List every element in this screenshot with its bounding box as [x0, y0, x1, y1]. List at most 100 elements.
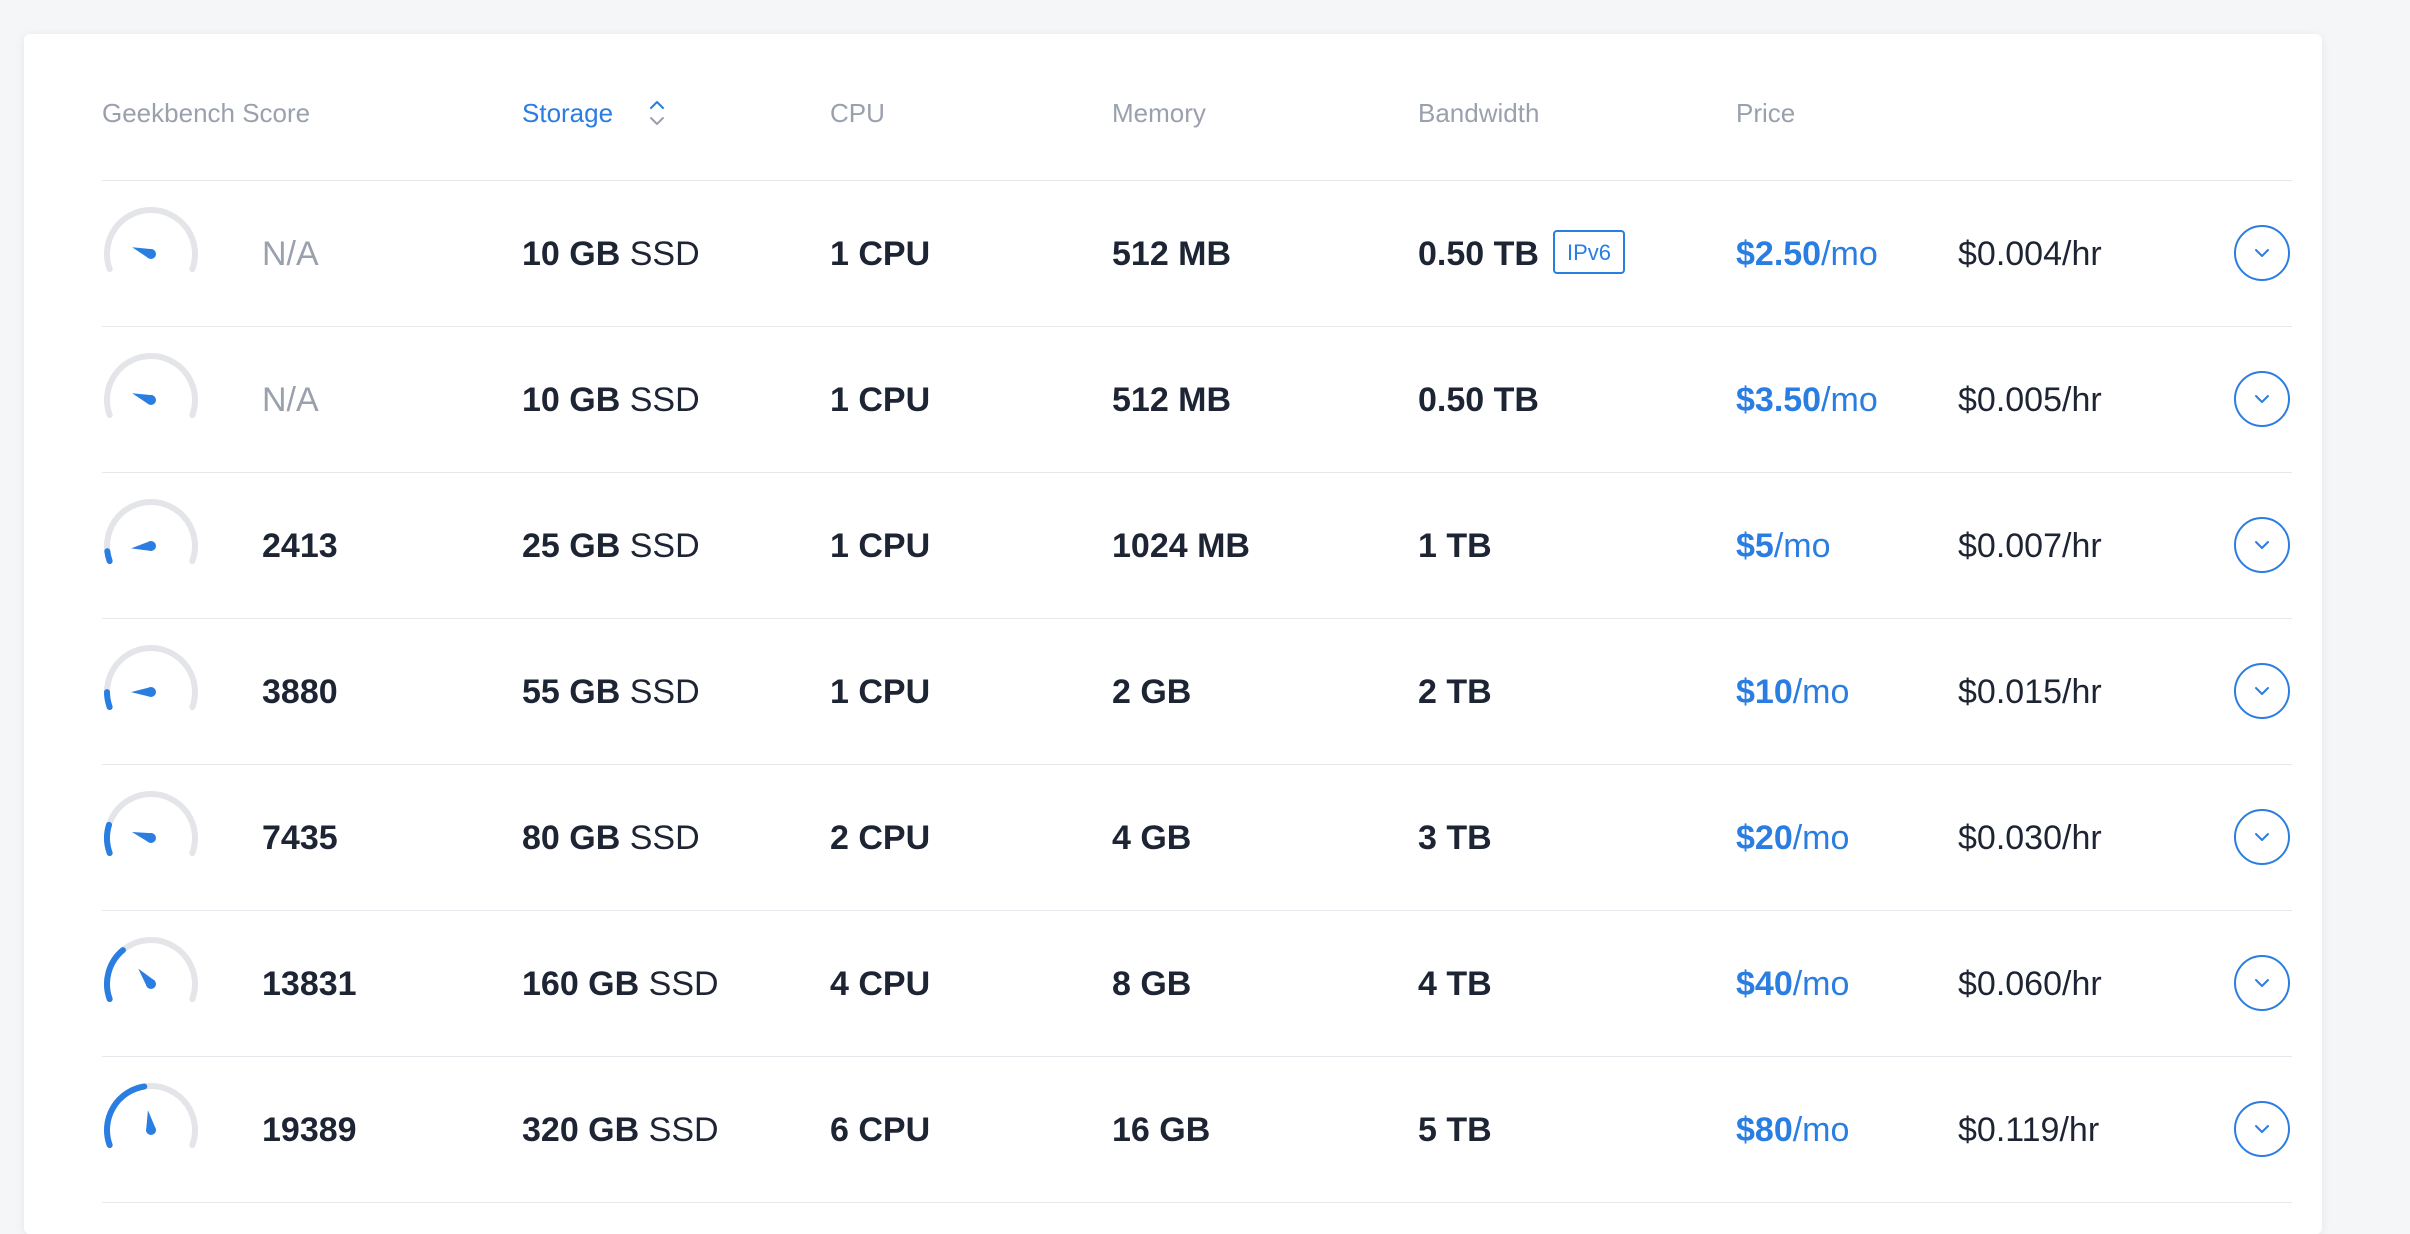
geekbench-gauge-icon	[104, 353, 198, 419]
price-amount: $40	[1736, 965, 1793, 1003]
column-header-memory[interactable]: Memory	[1112, 98, 1206, 129]
chevron-down-icon	[2255, 979, 2269, 987]
storage-size: 10 GB	[522, 381, 621, 419]
storage-size: 25 GB	[522, 527, 621, 565]
price-amount: $3.50	[1736, 381, 1822, 419]
gauge-track	[104, 645, 198, 711]
geekbench-score: 19389	[262, 1111, 357, 1149]
monthly-price: $3.50/mo	[1736, 380, 1878, 420]
memory-value: 1024 MB	[1112, 527, 1250, 565]
column-header-storage-label: Storage	[522, 98, 614, 128]
expand-row-button[interactable]	[2234, 371, 2290, 427]
column-header-geekbench[interactable]: Geekbench Score	[102, 98, 310, 129]
gauge-hub	[146, 979, 156, 989]
monthly-price: $2.50/mo	[1736, 234, 1878, 274]
geekbench-score: 3880	[262, 673, 338, 711]
gauge-track	[104, 353, 198, 419]
storage-type: SSD	[629, 527, 700, 565]
table-row[interactable]: 3880 55 GB SSD 1 CPU 2 GB 2 TB $10/mo $0…	[102, 618, 2292, 765]
storage-size: 320 GB	[522, 1111, 640, 1149]
storage-cell: 320 GB SSD	[522, 1110, 719, 1150]
ipv6-badge: IPv6	[1553, 230, 1626, 274]
hourly-price: $0.060/hr	[1958, 965, 2102, 1003]
sort-updown-icon[interactable]	[647, 96, 667, 130]
expand-row-button[interactable]	[2234, 955, 2290, 1011]
expand-row-button[interactable]	[2234, 1101, 2290, 1157]
hourly-price: $0.005/hr	[1958, 381, 2102, 419]
storage-cell: 55 GB SSD	[522, 672, 700, 712]
gauge-track	[104, 499, 198, 565]
price-unit: /mo	[1821, 381, 1878, 419]
chevron-down-icon	[2255, 687, 2269, 695]
gauge-hub	[146, 249, 156, 259]
cpu-value: 6 CPU	[830, 1111, 931, 1149]
geekbench-gauge-icon	[104, 791, 198, 857]
plans-table: Geekbench Score Storage CPU Memory Bandw…	[24, 34, 2322, 1234]
storage-cell: 160 GB SSD	[522, 964, 719, 1004]
storage-type: SSD	[648, 965, 719, 1003]
gauge-fill	[104, 947, 126, 1003]
geekbench-gauge-icon	[104, 499, 198, 565]
column-header-cpu[interactable]: CPU	[830, 98, 885, 129]
geekbench-gauge-icon	[104, 645, 198, 711]
storage-type: SSD	[629, 235, 700, 273]
bandwidth-value: 0.50 TB	[1418, 235, 1539, 273]
table-row[interactable]: 2413 25 GB SSD 1 CPU 1024 MB 1 TB $5/mo …	[102, 472, 2292, 619]
table-row[interactable]: 19389 320 GB SSD 6 CPU 16 GB 5 TB $80/mo…	[102, 1056, 2292, 1203]
table-row[interactable]: N/A 10 GB SSD 1 CPU 512 MB 0.50 TB $3.50…	[102, 326, 2292, 473]
gauge-fill	[104, 548, 113, 565]
table-row[interactable]: 7435 80 GB SSD 2 CPU 4 GB 3 TB $20/mo $0…	[102, 764, 2292, 911]
memory-value: 512 MB	[1112, 381, 1232, 419]
chevron-down-icon	[2255, 395, 2269, 403]
storage-type: SSD	[648, 1111, 719, 1149]
storage-size: 160 GB	[522, 965, 640, 1003]
geekbench-gauge-icon	[104, 1083, 198, 1149]
bandwidth-value: 5 TB	[1418, 1111, 1492, 1149]
cpu-value: 2 CPU	[830, 819, 931, 857]
geekbench-score: N/A	[262, 381, 319, 419]
chevron-down-icon	[2255, 541, 2269, 549]
storage-type: SSD	[629, 673, 700, 711]
expand-row-button[interactable]	[2234, 517, 2290, 573]
price-amount: $5	[1736, 527, 1774, 565]
column-header-bandwidth[interactable]: Bandwidth	[1418, 98, 1539, 129]
table-row[interactable]: N/A 10 GB SSD 1 CPU 512 MB 0.50 TB IPv6 …	[102, 180, 2292, 327]
bandwidth-value: 1 TB	[1418, 527, 1492, 565]
chevron-down-icon	[2255, 1125, 2269, 1133]
expand-row-button[interactable]	[2234, 663, 2290, 719]
expand-row-button[interactable]	[2234, 225, 2290, 281]
price-unit: /mo	[1792, 965, 1850, 1003]
hourly-price: $0.119/hr	[1958, 1111, 2100, 1149]
gauge-track	[104, 791, 198, 857]
price-amount: $2.50	[1736, 235, 1822, 273]
storage-type: SSD	[629, 819, 700, 857]
table-header: Geekbench Score Storage CPU Memory Bandw…	[102, 34, 2292, 181]
table-row[interactable]: 13831 160 GB SSD 4 CPU 8 GB 4 TB $40/mo …	[102, 910, 2292, 1057]
storage-size: 10 GB	[522, 235, 621, 273]
hourly-price: $0.007/hr	[1958, 527, 2102, 565]
price-unit: /mo	[1792, 673, 1850, 711]
storage-size: 80 GB	[522, 819, 621, 857]
hourly-price: $0.015/hr	[1958, 673, 2102, 711]
column-header-storage[interactable]: Storage	[522, 98, 664, 129]
memory-value: 4 GB	[1112, 819, 1192, 857]
price-unit: /mo	[1821, 235, 1878, 273]
storage-cell: 25 GB SSD	[522, 526, 700, 566]
hourly-price: $0.004/hr	[1958, 235, 2102, 273]
column-header-price[interactable]: Price	[1736, 98, 1795, 129]
gauge-hub	[146, 541, 156, 551]
memory-value: 16 GB	[1112, 1111, 1211, 1149]
storage-size: 55 GB	[522, 673, 621, 711]
monthly-price: $20/mo	[1736, 818, 1849, 858]
storage-cell: 10 GB SSD	[522, 380, 700, 420]
monthly-price: $5/mo	[1736, 526, 1831, 566]
chevron-down-icon	[2255, 249, 2269, 257]
gauge-fill	[104, 689, 113, 711]
monthly-price: $40/mo	[1736, 964, 1849, 1004]
memory-value: 512 MB	[1112, 235, 1232, 273]
chevron-down-icon	[2255, 833, 2269, 841]
gauge-hub	[146, 1125, 156, 1135]
gauge-fill	[104, 821, 113, 857]
cpu-value: 1 CPU	[830, 381, 931, 419]
expand-row-button[interactable]	[2234, 809, 2290, 865]
